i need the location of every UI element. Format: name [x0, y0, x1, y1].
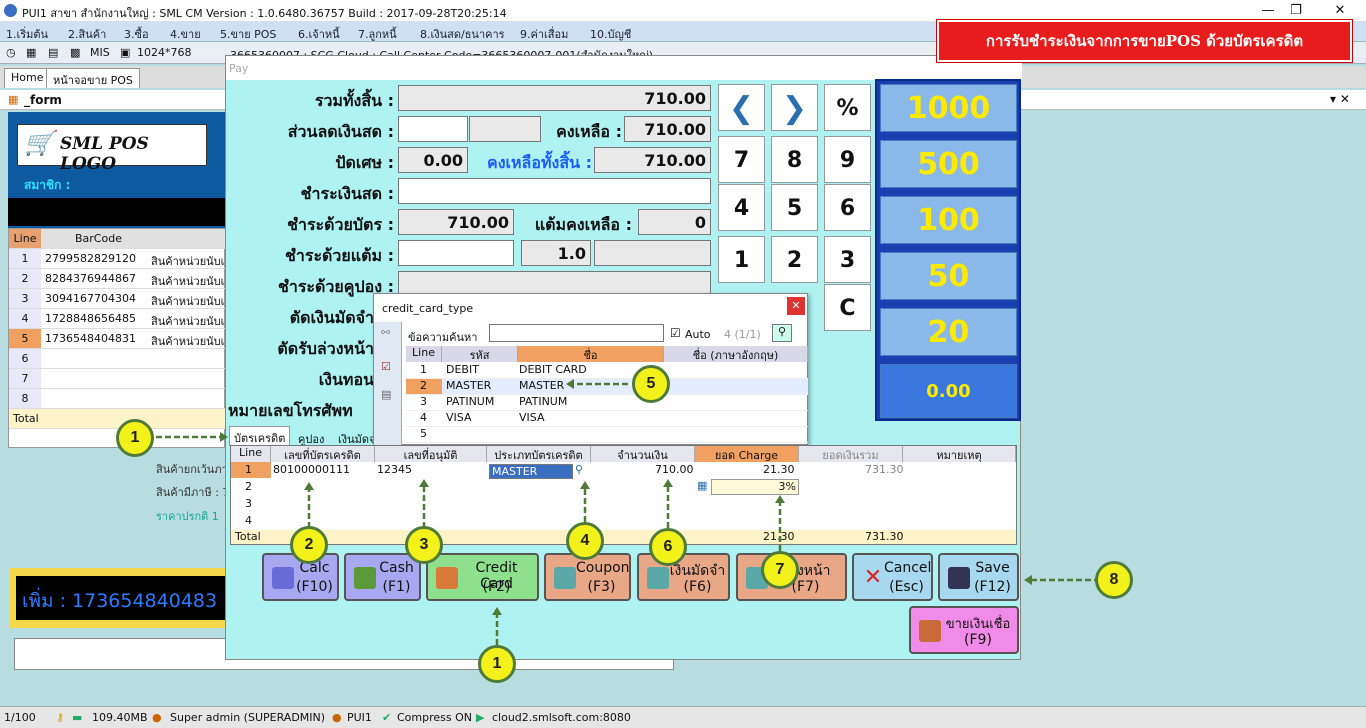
callout-1: 1: [116, 419, 154, 457]
server-address: cloud2.smlsoft.com:8080: [492, 711, 631, 724]
callout-8: 8: [1095, 561, 1133, 599]
annotation-arrows: [156, 379, 1100, 645]
branch-icon: ●: [332, 711, 342, 724]
compress-status: Compress ON: [397, 711, 473, 724]
check-icon: ✔: [382, 711, 392, 724]
memory-usage: 109.40MB: [92, 711, 148, 724]
user-icon: ●: [152, 711, 162, 724]
play-icon: ▶: [476, 711, 485, 724]
callout-1-bottom: 1: [478, 645, 516, 683]
status-bar: 1/100 ⚷ ▬ 109.40MB ● Super admin (SUPERA…: [0, 706, 1366, 728]
callout-2: 2: [290, 526, 328, 564]
callout-5: 5: [632, 365, 670, 403]
callout-4: 4: [566, 522, 604, 560]
callout-6: 6: [649, 528, 687, 566]
page-indicator: 1/100: [4, 711, 36, 724]
key-icon: ⚷: [56, 711, 65, 724]
memory-icon: ▬: [72, 711, 83, 724]
callout-7: 7: [761, 551, 799, 589]
callout-3: 3: [405, 526, 443, 564]
user-name: Super admin (SUPERADMIN): [170, 711, 326, 724]
branch: PUI1: [347, 711, 372, 724]
